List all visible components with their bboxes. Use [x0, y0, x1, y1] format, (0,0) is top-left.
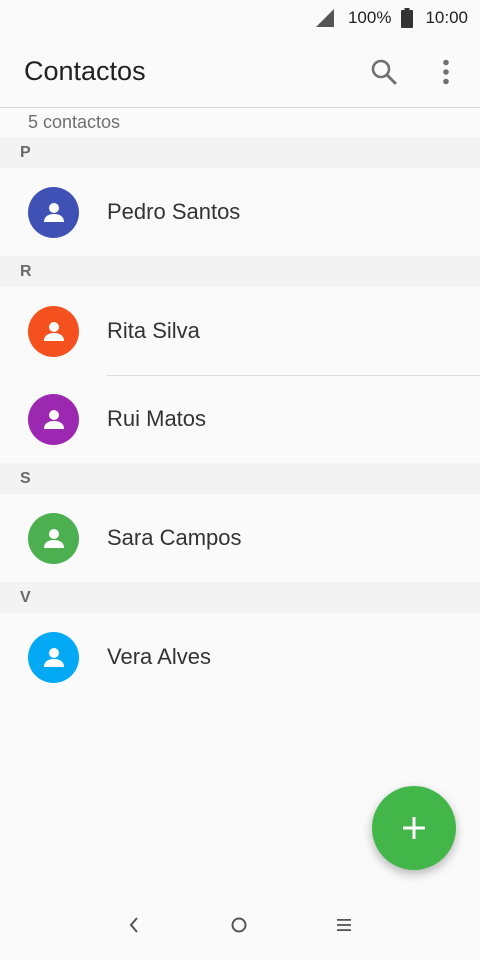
battery-percentage: 100%	[347, 8, 392, 27]
contact-list: P Pedro Santos R Rita Silva Rui Matos S …	[0, 137, 480, 701]
contact-name: Sara Campos	[107, 525, 242, 550]
contact-name: Rita Silva	[107, 318, 200, 343]
avatar	[28, 512, 79, 564]
contact-row[interactable]: Sara Campos	[0, 494, 480, 582]
avatar	[28, 305, 79, 357]
more-options-button[interactable]	[422, 48, 470, 96]
search-icon	[371, 59, 397, 84]
avatar	[28, 631, 79, 683]
section-header-p: P	[0, 137, 480, 168]
recents-icon	[337, 919, 351, 931]
search-button[interactable]	[360, 48, 408, 96]
person-icon	[43, 203, 64, 222]
person-icon	[43, 648, 64, 667]
person-icon	[43, 322, 64, 341]
contact-name: Pedro Santos	[107, 199, 241, 224]
contact-name: Vera Alves	[107, 644, 211, 669]
back-button[interactable]	[110, 901, 158, 949]
section-header-s: S	[0, 463, 480, 494]
avatar	[28, 393, 79, 445]
back-icon	[129, 917, 138, 933]
add-contact-button[interactable]	[372, 786, 456, 870]
contact-row[interactable]: Pedro Santos	[0, 168, 480, 256]
contact-row[interactable]: Rita Silva	[0, 287, 480, 375]
recents-button[interactable]	[320, 901, 368, 949]
person-icon	[43, 529, 64, 548]
section-header-v: V	[0, 582, 480, 613]
contacts-count: 5 contactos	[28, 112, 121, 132]
avatar	[28, 186, 79, 238]
section-header-r: R	[0, 256, 480, 287]
page-title: Contactos	[24, 56, 146, 86]
clock: 10:00	[425, 8, 468, 27]
signal-icon	[315, 9, 334, 27]
navigation-bar	[0, 890, 480, 960]
person-icon	[43, 410, 64, 429]
home-icon	[231, 917, 247, 933]
add-icon	[403, 817, 425, 839]
contact-name: Rui Matos	[107, 406, 207, 431]
contact-row[interactable]: Vera Alves	[0, 613, 480, 701]
home-button[interactable]	[215, 901, 263, 949]
more-vert-icon	[443, 59, 449, 84]
app-bar: Contactos	[0, 36, 480, 108]
battery-icon	[401, 8, 414, 28]
status-bar: 100% 10:00	[0, 0, 480, 36]
contact-row[interactable]: Rui Matos	[0, 375, 480, 463]
